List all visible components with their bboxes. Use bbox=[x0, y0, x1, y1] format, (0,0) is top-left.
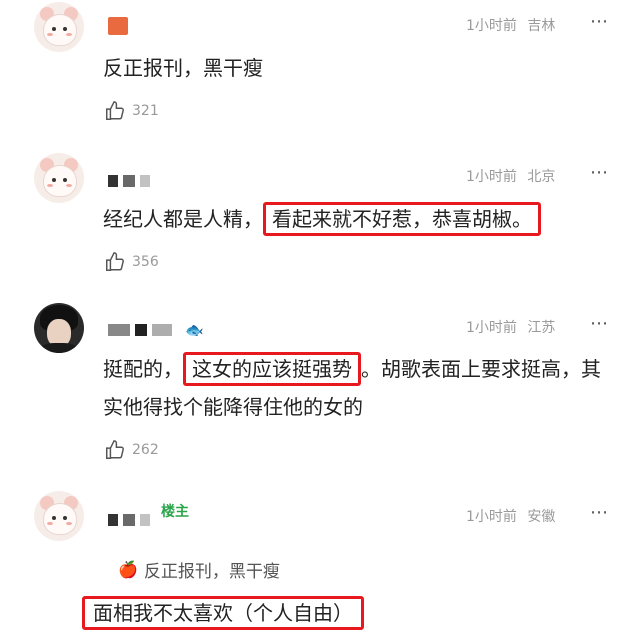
apple-icon: 🍎 bbox=[118, 560, 138, 579]
comment-meta: 1小时前 吉林 bbox=[466, 15, 555, 35]
avatar[interactable] bbox=[34, 2, 84, 52]
comment-text: 挺配的， 这女的应该挺强势 。胡歌表面上要求挺高，其实他得找个能降得住他的女的 bbox=[103, 350, 603, 426]
like-count: 356 bbox=[132, 254, 159, 270]
comment-meta: 1小时前 江苏 bbox=[466, 317, 555, 337]
like-button[interactable]: 321 bbox=[104, 100, 159, 122]
more-dots-icon[interactable]: ⋯ bbox=[590, 11, 609, 32]
comment-time: 1小时前 bbox=[466, 169, 517, 185]
comment-text: 反正报刊，黑干瘦 bbox=[103, 56, 263, 80]
highlighted-text: 看起来就不好惹，恭喜胡椒。 bbox=[263, 202, 541, 236]
more-dots-icon[interactable]: ⋯ bbox=[590, 162, 609, 183]
quoted-text: 反正报刊，黑干瘦 bbox=[143, 562, 280, 582]
username-masked[interactable] bbox=[108, 173, 150, 189]
comment-time: 1小时前 bbox=[466, 18, 517, 34]
comment-time: 1小时前 bbox=[466, 320, 517, 336]
like-button[interactable]: 262 bbox=[104, 439, 159, 461]
username-masked[interactable]: 🐟 bbox=[108, 321, 204, 339]
username-masked[interactable]: 楼主 bbox=[108, 504, 189, 528]
avatar[interactable] bbox=[34, 303, 84, 353]
fish-icon: 🐟 bbox=[185, 321, 204, 339]
like-count: 321 bbox=[132, 103, 159, 119]
more-dots-icon[interactable]: ⋯ bbox=[590, 313, 609, 334]
more-dots-icon[interactable]: ⋯ bbox=[590, 502, 609, 523]
comment-location: 江苏 bbox=[527, 320, 556, 336]
owner-badge: 楼主 bbox=[161, 504, 189, 520]
reply-quote: 🍎 反正报刊，黑干瘦 bbox=[118, 557, 280, 582]
username-masked[interactable] bbox=[108, 17, 128, 35]
comment-location: 安徽 bbox=[527, 509, 556, 525]
highlighted-text: 面相我不太喜欢（个人自由） bbox=[82, 596, 364, 630]
like-count: 262 bbox=[132, 442, 159, 458]
like-button[interactable]: 356 bbox=[104, 251, 159, 273]
highlighted-text: 这女的应该挺强势 bbox=[183, 352, 361, 386]
avatar[interactable] bbox=[34, 153, 84, 203]
comment-location: 北京 bbox=[527, 169, 556, 185]
comment-meta: 1小时前 安徽 bbox=[466, 506, 555, 526]
comment-text: 经纪人都是人精， 看起来就不好惹，恭喜胡椒。 bbox=[103, 200, 603, 238]
comment-text: 面相我不太喜欢（个人自由） bbox=[82, 594, 582, 632]
comment-time: 1小时前 bbox=[466, 509, 517, 525]
user-badge-icon bbox=[108, 17, 128, 35]
comment-location: 吉林 bbox=[527, 18, 556, 34]
thumbs-up-icon bbox=[106, 101, 124, 120]
thumbs-up-icon bbox=[106, 440, 124, 459]
thumbs-up-icon bbox=[106, 252, 124, 271]
comment-meta: 1小时前 北京 bbox=[466, 166, 555, 186]
avatar[interactable] bbox=[34, 491, 84, 541]
